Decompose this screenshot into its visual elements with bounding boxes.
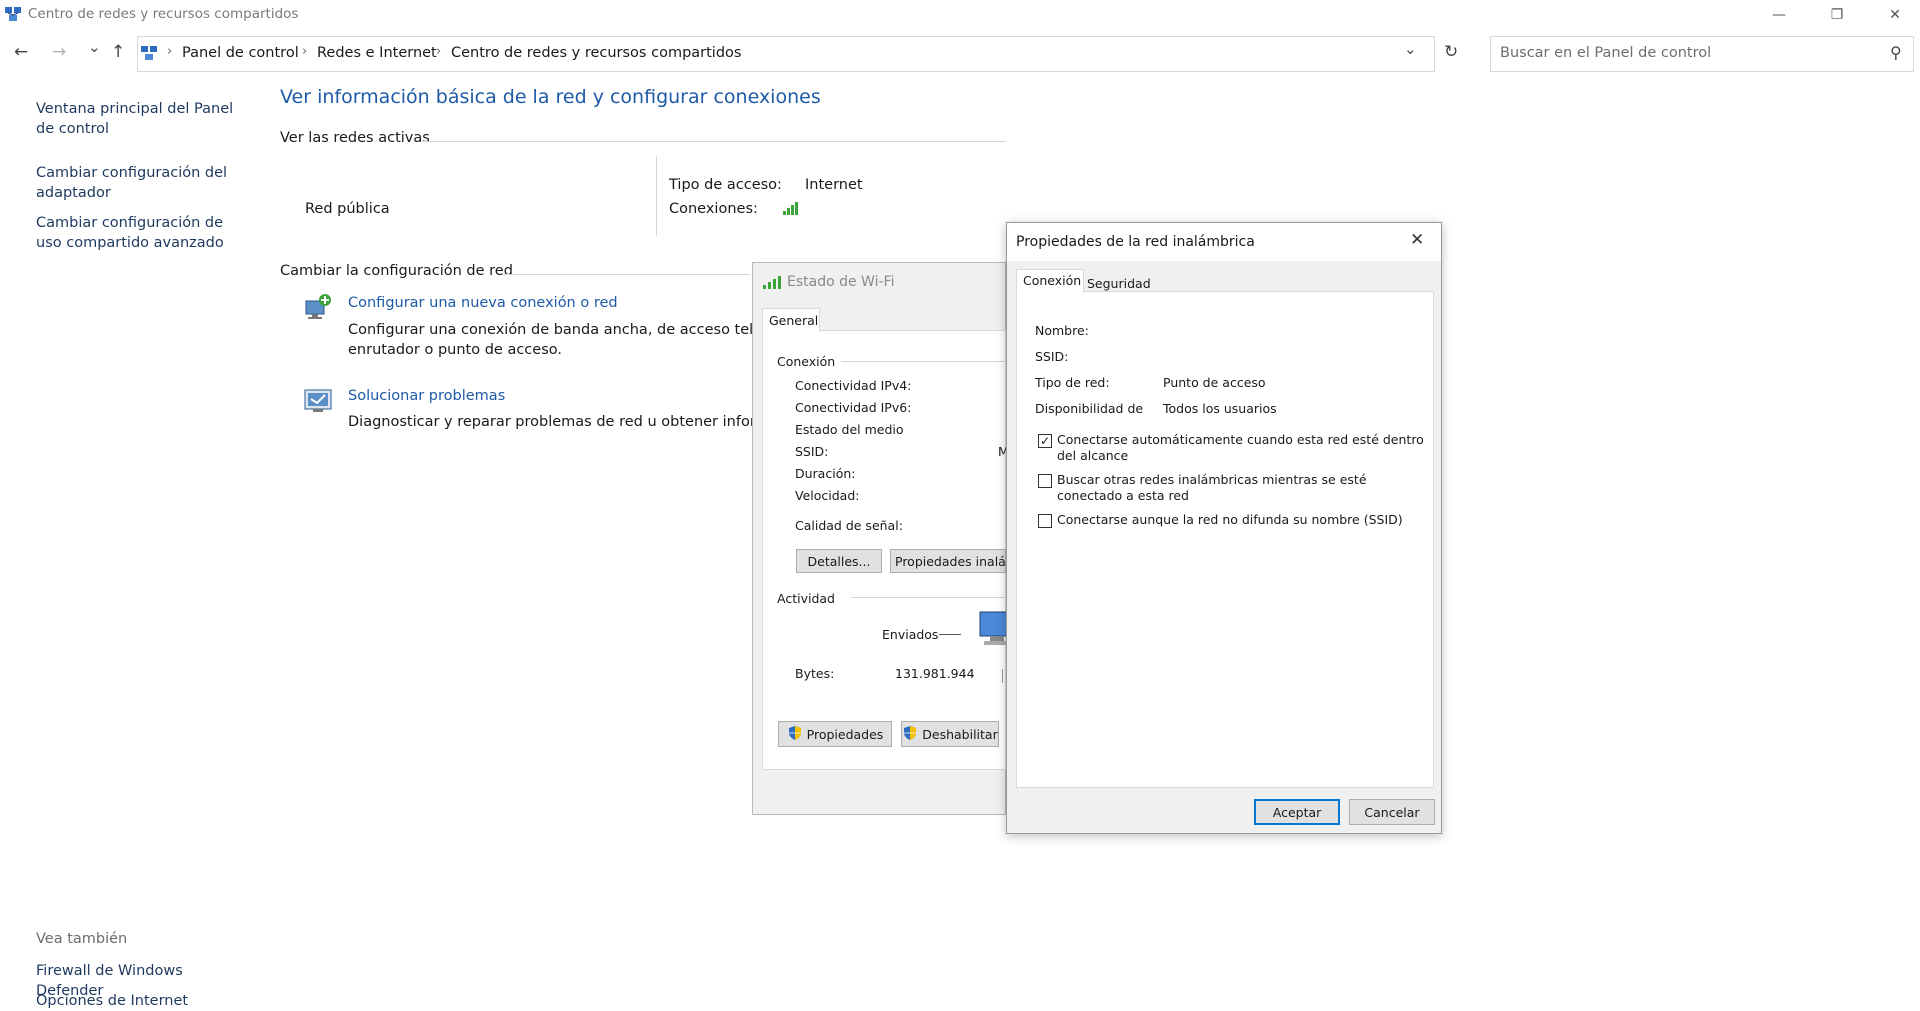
hidden-ssid-label[interactable]: Conectarse aunque la red no difunda su n… [1057, 512, 1403, 527]
wireless-properties-title: Propiedades de la red inalámbrica [1016, 234, 1255, 250]
sidebar-link-control-panel-home[interactable]: Ventana principal del Panel de control [36, 99, 246, 139]
forward-button[interactable]: → [52, 42, 66, 62]
wifi-signal-icon[interactable] [782, 200, 800, 216]
group-divider [851, 597, 1006, 598]
speed-label: Velocidad: [795, 488, 860, 503]
ok-button[interactable]: Aceptar [1254, 799, 1340, 825]
task-troubleshoot-description: Diagnosticar y reparar problemas de red … [348, 414, 752, 430]
uac-shield-icon [787, 725, 803, 744]
availability-value: Todos los usuarios [1163, 401, 1277, 416]
ipv4-label: Conectividad IPv4: [795, 378, 912, 393]
task-new-connection-description-2: enrutador o punto de acceso. [348, 342, 562, 358]
search-other-networks-label-2[interactable]: conectado a esta red [1057, 488, 1189, 503]
breadcrumb-network-center[interactable]: Centro de redes y recursos compartidos [451, 45, 741, 61]
bytes-divider [1002, 669, 1003, 683]
control-panel-icon [140, 44, 158, 62]
connections-label: Conexiones: [669, 201, 758, 217]
sent-label: Enviados [882, 627, 939, 642]
up-button[interactable]: ↑ [111, 42, 125, 62]
network-name: Red pública [305, 201, 390, 217]
section-divider [502, 274, 750, 275]
breadcrumb-separator: › [436, 44, 442, 59]
name-label: Nombre: [1035, 323, 1089, 338]
ipv6-label: Conectividad IPv6: [795, 400, 912, 415]
auto-connect-label-2[interactable]: del alcance [1057, 448, 1128, 463]
address-dropdown-button[interactable]: ⌄ [1404, 40, 1417, 58]
hidden-ssid-checkbox[interactable] [1038, 514, 1052, 528]
network-center-icon [4, 5, 22, 23]
active-networks-label: Ver las redes activas [280, 130, 430, 146]
sent-line [939, 634, 961, 635]
new-connection-icon [303, 292, 333, 322]
tab-connection-label: Conexión [1023, 273, 1082, 288]
section-divider [422, 141, 1006, 142]
auto-connect-label[interactable]: Conectarse automáticamente cuando esta r… [1057, 432, 1424, 447]
cancel-button[interactable]: Cancelar [1349, 799, 1435, 825]
recent-locations-button[interactable]: ⌄ [88, 38, 101, 56]
wifi-signal-icon [762, 274, 782, 290]
network-type-value: Punto de acceso [1163, 375, 1266, 390]
window-title: Centro de redes y recursos compartidos [28, 6, 299, 22]
task-new-connection-link[interactable]: Configurar una nueva conexión o red [348, 295, 618, 311]
wireless-properties-button[interactable]: Propiedades inalám [890, 549, 1006, 573]
activity-group-label: Actividad [777, 591, 835, 606]
sidebar-link-advanced-sharing[interactable]: Cambiar configuración de uso compartido … [36, 213, 246, 253]
breadcrumb-separator: › [302, 44, 308, 59]
disable-button[interactable]: Deshabilitar [901, 721, 999, 747]
tab-security[interactable]: Seguridad [1087, 276, 1151, 291]
troubleshoot-icon [303, 387, 333, 415]
sidebar-link-adapter-settings[interactable]: Cambiar configuración del adaptador [36, 163, 246, 203]
restore-button[interactable]: ❐ [1814, 0, 1860, 30]
availability-label: Disponibilidad de [1035, 401, 1144, 416]
close-dialog-button[interactable]: ✕ [1410, 230, 1424, 250]
signal-quality-label: Calidad de señal: [795, 518, 903, 533]
access-type-value: Internet [805, 177, 863, 193]
search-other-networks-checkbox[interactable] [1038, 474, 1052, 488]
connection-group-label: Conexión [777, 354, 836, 369]
bytes-sent-value: 131.981.944 [895, 666, 975, 681]
search-input[interactable]: Buscar en el Panel de control [1500, 45, 1711, 61]
page-heading: Ver información básica de la red y confi… [280, 86, 821, 108]
search-other-networks-label[interactable]: Buscar otras redes inalámbricas mientras… [1057, 472, 1367, 487]
network-divider [656, 156, 657, 236]
breadcrumb-separator: › [167, 44, 173, 59]
duration-label: Duración: [795, 466, 856, 481]
back-button[interactable]: ← [14, 42, 28, 62]
ssid-label: SSID: [1035, 349, 1069, 364]
close-window-button[interactable]: ✕ [1872, 0, 1918, 30]
disable-button-label: Deshabilitar [922, 726, 998, 742]
see-also-internet-options-link[interactable]: Opciones de Internet [36, 991, 246, 1011]
group-divider [841, 361, 1006, 362]
change-settings-label: Cambiar la configuración de red [280, 263, 513, 279]
media-state-label: Estado del medio [795, 422, 904, 437]
bytes-label: Bytes: [795, 666, 835, 681]
access-type-label: Tipo de acceso: [669, 177, 782, 193]
properties-button-label: Propiedades [806, 726, 884, 742]
details-button[interactable]: Detalles... [796, 549, 882, 573]
breadcrumb-network-internet[interactable]: Redes e Internet [317, 45, 437, 61]
ssid-label: SSID: [795, 444, 829, 459]
connection-tab-panel [1016, 291, 1434, 788]
minimize-button[interactable]: — [1756, 0, 1802, 30]
tab-general-label: General [769, 313, 819, 328]
see-also-title: Vea también [36, 931, 128, 947]
computer-activity-icon [978, 610, 1006, 648]
breadcrumb-control-panel[interactable]: Panel de control [182, 45, 299, 61]
wifi-status-title: Estado de Wi-Fi [787, 274, 895, 290]
task-troubleshoot-link[interactable]: Solucionar problemas [348, 388, 505, 404]
search-icon[interactable]: ⚲ [1890, 43, 1902, 62]
properties-button[interactable]: Propiedades [778, 721, 892, 747]
task-new-connection-description: Configurar una conexión de banda ancha, … [348, 322, 752, 338]
network-type-label: Tipo de red: [1035, 375, 1110, 390]
uac-shield-icon [902, 725, 918, 744]
auto-connect-checkbox[interactable]: ✓ [1038, 434, 1052, 448]
refresh-button[interactable]: ↻ [1444, 42, 1458, 62]
